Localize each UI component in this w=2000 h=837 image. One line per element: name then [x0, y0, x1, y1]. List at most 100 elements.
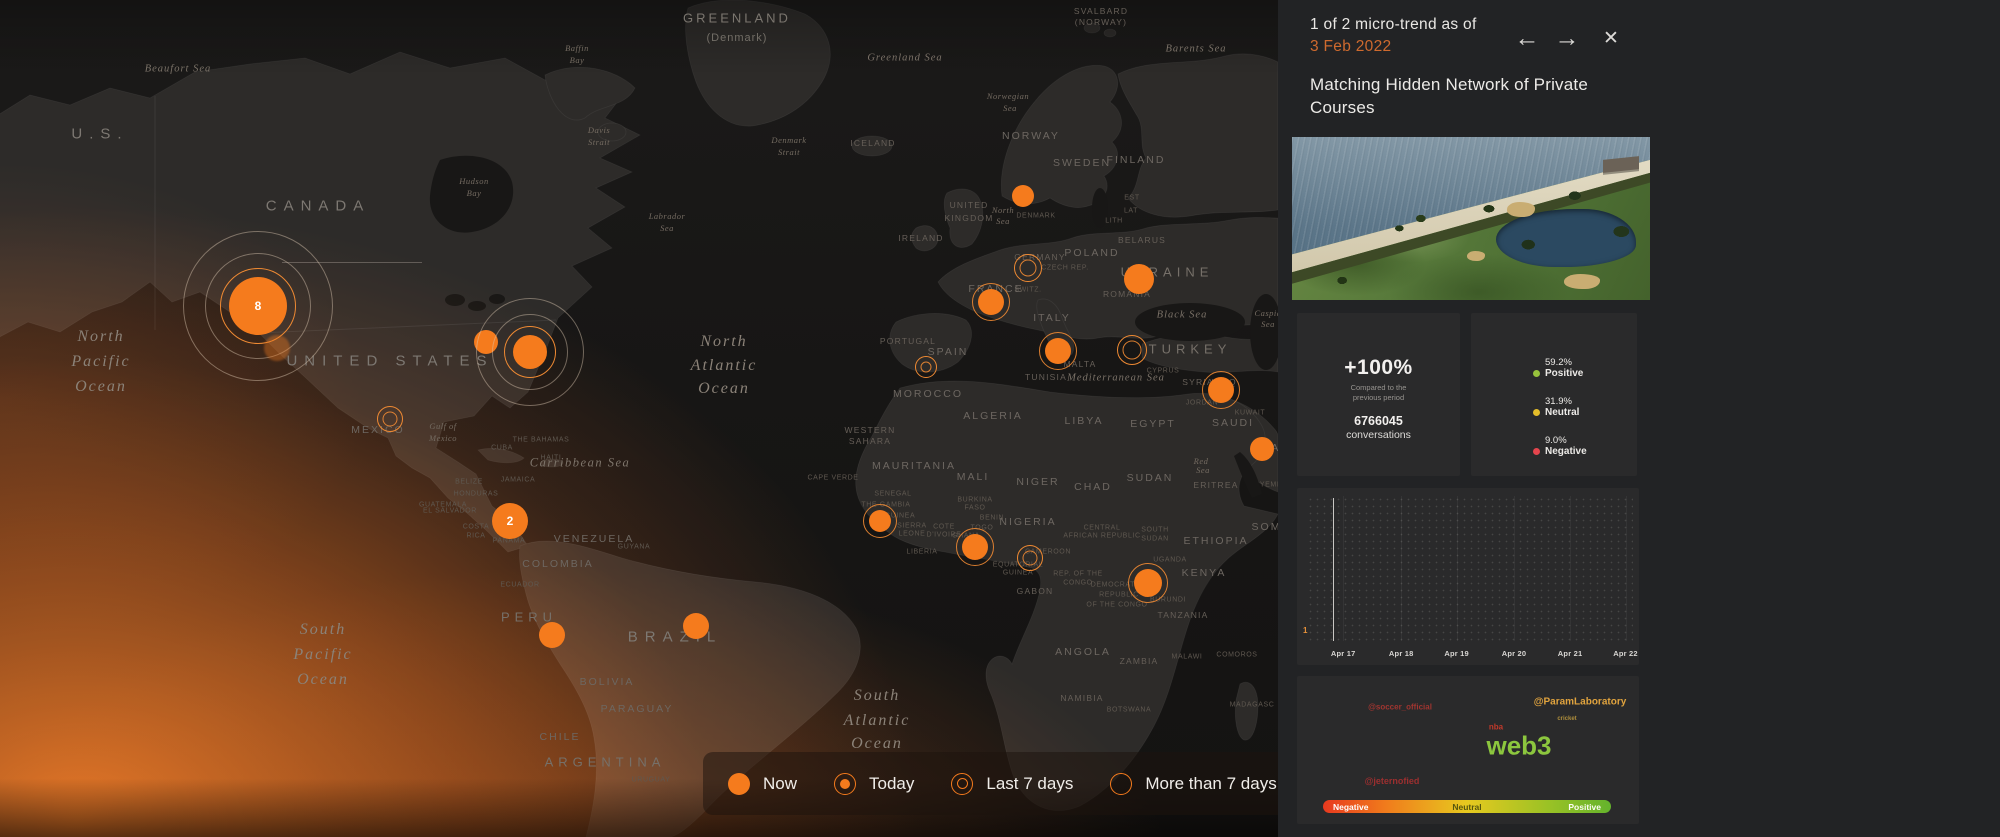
older-marker-icon — [1109, 772, 1133, 796]
map-label: NIGERIA — [999, 516, 1057, 528]
map-label: SOUTH — [1141, 526, 1169, 534]
legend-item-older: More than 7 days ago — [1109, 772, 1278, 796]
map-label: Sea — [996, 216, 1010, 226]
map-label: BRAZIL — [627, 628, 723, 646]
map-label: YEME — [1259, 481, 1278, 489]
map-label: CHAD — [1074, 481, 1112, 493]
map-label: Caspia — [1254, 308, 1278, 318]
map-label: Baffin — [565, 43, 589, 53]
map-label: Sea — [1196, 465, 1210, 475]
map-label: Ocean — [297, 671, 349, 688]
map-label: Hudson — [459, 176, 489, 186]
map-label: Denmark — [771, 135, 807, 145]
map-label: UNITED — [949, 200, 989, 210]
map-label: ZAMBIA — [1119, 656, 1159, 666]
x-axis-label: Apr 17 — [1330, 649, 1356, 658]
x-axis-label: Apr 19 — [1444, 649, 1469, 658]
x-axis-label: Apr 22 — [1613, 649, 1638, 658]
map-label: FINLAND — [1106, 154, 1166, 166]
map-label: Pacific — [71, 353, 131, 370]
sentiment-stat-card: 59.2% Positive 31.9% Neutral 9.0% Negative — [1471, 313, 1637, 476]
map-label: ALGERIA — [963, 410, 1023, 422]
map-label: Ocean — [75, 378, 127, 395]
map-label: CHILE — [539, 731, 581, 743]
map-label: RICA — [466, 532, 486, 540]
map-label: BOTSWANA — [1106, 706, 1152, 714]
map-label: LIBYA — [1064, 415, 1104, 427]
map-label: REP. OF THE — [1053, 570, 1103, 578]
photo-bunker — [1467, 251, 1486, 261]
map-label: NORWAY — [1002, 130, 1060, 142]
wordcloud-word[interactable]: @jeternofied — [1365, 776, 1420, 786]
arrow-left-icon: ← — [1514, 24, 1540, 52]
map-label: North — [991, 205, 1015, 215]
map-label: EST — [1124, 194, 1140, 202]
map-label: WESTERN — [844, 425, 896, 435]
map-label: SENEGAL — [874, 490, 912, 498]
conversations-label: conversations — [1346, 429, 1411, 442]
sentiment-item-negative: 9.0% Negative — [1533, 435, 1637, 457]
world-map[interactable]: U.S. CANADA UNITED STATES GREENLAND (Denmark… — [0, 0, 1278, 837]
map-label: MALAWI — [1171, 653, 1203, 661]
legend-label: Today — [869, 773, 915, 793]
close-panel-button[interactable]: ✕ — [1594, 24, 1628, 54]
x-axis-label: Apr 21 — [1557, 649, 1583, 658]
map-label: LEONE — [898, 530, 926, 538]
chart-plot-area[interactable]: Apr 17 Apr 18 Apr 19 Apr 20 Apr 21 Apr 22 — [1307, 496, 1638, 658]
wordcloud-word[interactable]: web3 — [1486, 731, 1551, 762]
prev-trend-button[interactable]: ← — [1510, 24, 1544, 54]
map-label: Atlantic — [690, 357, 758, 374]
legend-item-last7: Last 7 days — [950, 772, 1073, 796]
scale-positive-label: Positive — [1568, 801, 1601, 812]
map-label: Labrador — [648, 211, 686, 221]
map-label: MALI — [956, 471, 990, 483]
map-label: SUDAN — [1141, 535, 1169, 543]
wordcloud-word[interactable]: @soccer_official — [1368, 703, 1432, 712]
map-label: NIGER — [1016, 476, 1060, 488]
map-label: JAMAICA — [500, 476, 536, 484]
legend-item-now: Now — [727, 772, 797, 796]
map-label: Norwegian — [986, 91, 1030, 101]
map-label: KUWAIT — [1234, 409, 1266, 417]
map-label: Mediterranean Sea — [1067, 372, 1165, 384]
last7-marker-icon — [950, 772, 974, 796]
scale-negative-label: Negative — [1333, 801, 1369, 812]
map-label: LIBERIA — [906, 548, 938, 556]
map-label: SWEDEN — [1052, 157, 1112, 169]
chart-cursor-line[interactable] — [1332, 498, 1335, 641]
map-label: Sea — [660, 223, 674, 233]
map-label: CENTRAL — [1083, 524, 1121, 532]
chart-y-tick: 1 — [1303, 626, 1308, 635]
map-label: Atlantic — [843, 712, 911, 729]
map-label: COTE — [933, 523, 955, 531]
change-percent: +100% — [1344, 356, 1413, 379]
map-label: Bay — [466, 188, 482, 198]
map-label: Sea — [1003, 103, 1017, 113]
sentiment-item-neutral: 31.9% Neutral — [1533, 396, 1637, 418]
photo-bunker — [1506, 202, 1536, 217]
wordcloud-word[interactable]: cricket — [1557, 716, 1576, 722]
sentiment-list: 59.2% Positive 31.9% Neutral 9.0% Negative — [1533, 357, 1637, 457]
wordcloud-word[interactable]: @ParamLaboratory — [1534, 697, 1627, 708]
map-label: CAPE VERDE — [807, 474, 859, 482]
trend-counter: 1 of 2 micro-trend as of — [1310, 16, 1477, 33]
map-label: Ocean — [851, 735, 903, 752]
next-trend-button[interactable]: → — [1550, 24, 1584, 54]
landmass-africa — [855, 380, 1278, 811]
map-label: UGANDA — [1153, 556, 1187, 564]
map-label: Barents Sea — [1165, 43, 1227, 55]
map-label: EGYPT — [1130, 418, 1176, 430]
map-label: UNITED STATES — [286, 352, 494, 370]
map-label: ECUADOR — [500, 581, 540, 589]
map-label: MAURITANIA — [872, 460, 956, 472]
map-label: SIERRA — [897, 522, 927, 530]
map-label: BURKINA — [957, 496, 993, 504]
map-label: PORTUGAL — [879, 336, 937, 346]
map-label: GABON — [1016, 586, 1054, 596]
map-label: South — [299, 621, 347, 638]
map-label: PARAGUAY — [600, 703, 674, 715]
map-label: Ocean — [698, 380, 750, 397]
map-label: AFRICAN REPUBLIC — [1063, 532, 1141, 540]
map-label: Sea — [1261, 319, 1275, 329]
map-label: Mexico — [428, 433, 458, 443]
